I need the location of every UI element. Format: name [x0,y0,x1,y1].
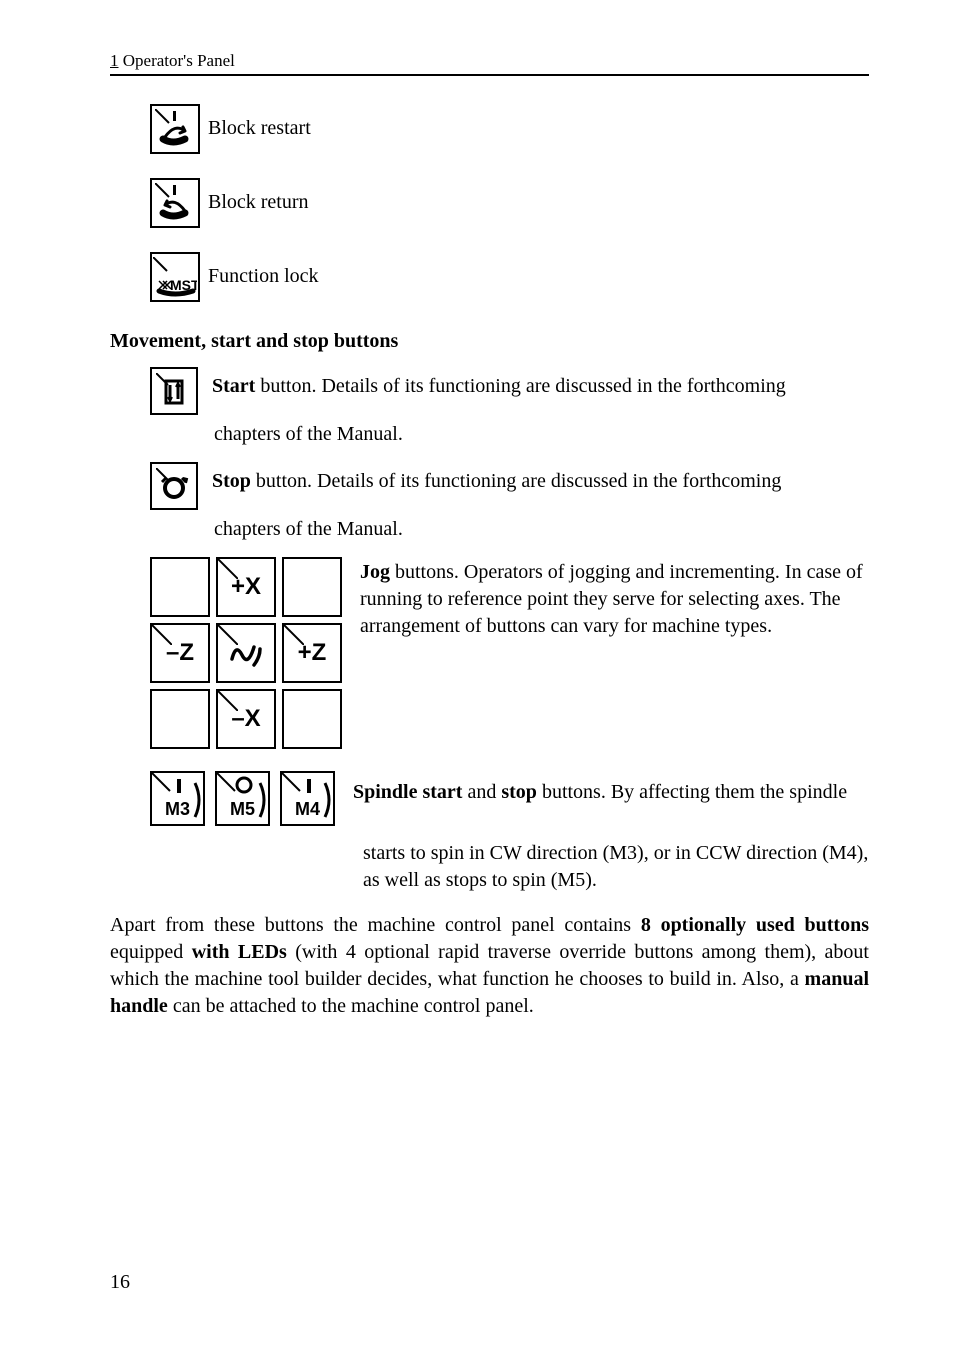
section-heading: Movement, start and stop buttons [110,328,869,355]
jog-center [216,623,276,683]
block-restart-row: Block restart [150,104,869,154]
para-b2: with LEDs [192,941,287,963]
jog-blank-tr [282,557,342,617]
start-line2: chapters of the Manual. [214,421,869,448]
spindle-mid: and [462,781,501,803]
jog-blank-tl [150,557,210,617]
stop-line2: chapters of the Manual. [214,516,869,543]
jog-row: +X –Z +Z –X Jog buttons. Operators of jo… [150,557,869,749]
function-lock-row: MST Function lock [150,252,869,302]
corner-diag-icon [216,623,238,645]
para-b1: 8 optionally used buttons [641,914,869,936]
spindle-text1: Spindle start and stop buttons. By affec… [353,771,869,806]
header-link: 1 [110,51,119,70]
spindle-m4: M4 [280,771,335,826]
header-rest: Operator's Panel [119,51,235,70]
spindle-line2: starts to spin in CW direction (M3), or … [363,840,869,894]
block-restart-label: Block restart [208,115,311,142]
spindle-rest1: buttons. By affecting them the spindle [537,781,847,803]
jog-grid: +X –Z +Z –X [150,557,342,749]
start-row: Start button. Details of its functioning… [150,367,869,415]
block-return-label: Block return [208,189,309,216]
start-text: Start button. Details of its functioning… [212,367,869,400]
function-lock-icon: MST [150,252,200,302]
page-header: 1 Operator's Panel [110,50,869,76]
m3-label: M3 [165,797,190,821]
spindle-bold1: Spindle start [353,781,462,803]
block-restart-icon [150,104,200,154]
start-bold: Start [212,375,255,397]
corner-diag-icon [282,623,304,645]
stop-text: Stop button. Details of its functioning … [212,462,869,495]
jog-plus-x: +X [216,557,276,617]
para-t2: equipped [110,941,192,963]
led-icon [323,775,335,825]
spindle-m5: M5 [215,771,270,826]
spindle-m3: M3 [150,771,205,826]
stop-rest: button. Details of its functioning are d… [251,470,781,492]
start-icon [150,367,198,415]
start-rest: button. Details of its functioning are d… [255,375,785,397]
stop-bold: Stop [212,470,251,492]
m5-label: M5 [230,797,255,821]
stop-row: Stop button. Details of its functioning … [150,462,869,510]
led-icon [193,775,205,825]
function-lock-label: Function lock [208,263,319,290]
jog-text: Jog buttons. Operators of jogging and in… [360,557,869,640]
block-return-icon [150,178,200,228]
jog-blank-br [282,689,342,749]
jog-minus-x: –X [216,689,276,749]
block-return-row: Block return [150,178,869,228]
led-icon [258,775,270,825]
jog-rest: buttons. Operators of jogging and increm… [360,561,863,637]
jog-plus-z: +Z [282,623,342,683]
page-number: 16 [110,1269,130,1296]
spindle-row: M3 M5 M4 Spindle sta [150,771,869,826]
corner-diag-icon [150,623,172,645]
m4-label: M4 [295,797,320,821]
jog-blank-bl [150,689,210,749]
header-text: 1 Operator's Panel [110,50,235,73]
para-t4: can be attached to the machine control p… [168,995,534,1017]
spindle-buttons: M3 M5 M4 [150,771,335,826]
spindle-bold2: stop [501,781,537,803]
bottom-paragraph: Apart from these buttons the machine con… [110,912,869,1020]
corner-diag-icon [216,557,238,579]
para-t1: Apart from these buttons the machine con… [110,914,641,936]
stop-icon [150,462,198,510]
jog-minus-z: –Z [150,623,210,683]
jog-bold: Jog [360,561,390,583]
corner-diag-icon [216,689,238,711]
